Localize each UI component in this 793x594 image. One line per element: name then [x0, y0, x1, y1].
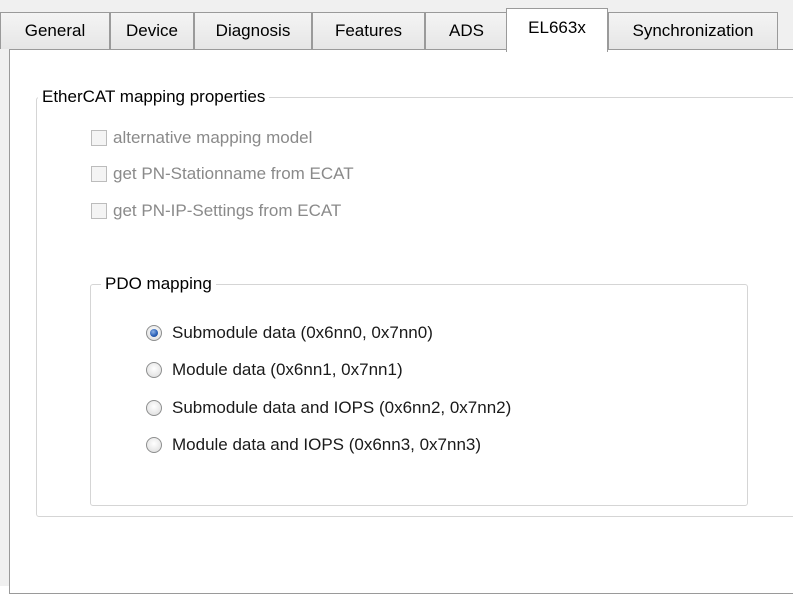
- pn-stationname-checkbox-row[interactable]: get PN-Stationname from ECAT: [91, 162, 354, 186]
- ethercat-mapping-groupbox: EtherCAT mapping properties alternative …: [36, 85, 793, 517]
- tab-ads[interactable]: ADS: [425, 12, 508, 49]
- radio-module-data-iops-label: Module data and IOPS (0x6nn3, 0x7nn3): [172, 435, 482, 454]
- tab-synchronization[interactable]: Synchronization: [608, 12, 778, 49]
- ethercat-mapping-group-title: EtherCAT mapping properties: [38, 85, 270, 109]
- radio-submodule-data-label: Submodule data (0x6nn0, 0x7nn0): [172, 323, 433, 342]
- radio-submodule-data-iops-row[interactable]: Submodule data and IOPS (0x6nn2, 0x7nn2): [146, 395, 511, 421]
- radio-module-data-row[interactable]: Module data (0x6nn1, 0x7nn1): [146, 357, 403, 383]
- tab-features[interactable]: Features: [312, 12, 425, 49]
- tab-general[interactable]: General: [0, 12, 110, 49]
- radio-submodule-data-iops-label: Submodule data and IOPS (0x6nn2, 0x7nn2): [172, 398, 512, 417]
- alternative-mapping-checkbox[interactable]: [91, 130, 107, 146]
- tab-device[interactable]: Device: [110, 12, 194, 49]
- radio-submodule-data-row[interactable]: Submodule data (0x6nn0, 0x7nn0): [146, 320, 433, 346]
- alternative-mapping-checkbox-row[interactable]: alternative mapping model: [91, 126, 312, 150]
- radio-module-data[interactable]: [146, 362, 162, 378]
- pn-ip-settings-label: get PN-IP-Settings from ECAT: [113, 201, 342, 220]
- radio-module-data-iops[interactable]: [146, 437, 162, 453]
- pdo-mapping-groupbox: PDO mapping Submodule data (0x6nn0, 0x7n…: [90, 272, 748, 506]
- tab-diagnosis[interactable]: Diagnosis: [194, 12, 312, 49]
- pn-ip-settings-checkbox-row[interactable]: get PN-IP-Settings from ECAT: [91, 199, 341, 223]
- properties-window: General Device Diagnosis Features ADS EL…: [0, 0, 793, 594]
- radio-submodule-data[interactable]: [146, 325, 162, 341]
- alternative-mapping-label: alternative mapping model: [113, 128, 313, 147]
- tab-strip: General Device Diagnosis Features ADS EL…: [0, 8, 793, 52]
- pn-ip-settings-checkbox[interactable]: [91, 203, 107, 219]
- pn-stationname-label: get PN-Stationname from ECAT: [113, 164, 354, 183]
- radio-module-data-label: Module data (0x6nn1, 0x7nn1): [172, 360, 403, 379]
- pn-stationname-checkbox[interactable]: [91, 166, 107, 182]
- radio-submodule-data-iops[interactable]: [146, 400, 162, 416]
- pdo-mapping-group-title: PDO mapping: [101, 272, 216, 296]
- tab-el663x[interactable]: EL663x: [506, 8, 608, 52]
- tab-page-el663x: EtherCAT mapping properties alternative …: [9, 49, 793, 594]
- radio-module-data-iops-row[interactable]: Module data and IOPS (0x6nn3, 0x7nn3): [146, 432, 481, 458]
